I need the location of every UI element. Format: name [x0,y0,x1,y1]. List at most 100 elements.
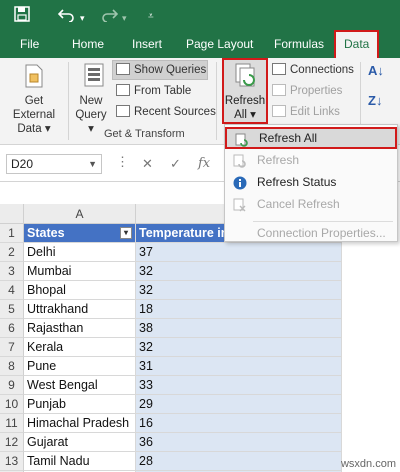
cell-temperature[interactable]: 28 [136,452,342,471]
chevron-down-icon[interactable]: ▼ [88,155,97,173]
tab-page-layout[interactable]: Page Layout [186,30,253,58]
row-number[interactable]: 7 [0,338,24,357]
cell-state[interactable]: Bhopal [24,281,136,300]
cell-temperature[interactable]: 31 [136,357,342,376]
refresh-all-label-2: All ▾ [234,109,256,121]
get-external-data-label-2: Data ▾ [17,123,51,135]
cell-state[interactable]: Delhi [24,243,136,262]
select-all-corner[interactable] [0,204,24,224]
refresh-all-icon [234,62,258,93]
get-external-data-label: Get External [12,95,56,121]
new-query-label: New [79,95,103,107]
refresh-all-menu-icon [235,133,249,147]
properties-button[interactable]: Properties [272,84,342,98]
table-row: 9 West Bengal 33 [0,376,400,395]
cell-temperature[interactable]: 38 [136,319,342,338]
undo-dropdown-icon[interactable]: ▾ [80,9,85,27]
enter-icon[interactable]: ✓ [170,156,181,172]
cancel-icon[interactable]: ✕ [142,156,153,172]
cell-state[interactable]: Gujarat [24,433,136,452]
menu-item-refresh-status[interactable]: Refresh Status [225,171,397,193]
recent-sources-icon [116,105,130,117]
cell-temperature[interactable]: 18 [136,300,342,319]
edit-links-button[interactable]: Edit Links [272,105,340,119]
menu-item-refresh[interactable]: Refresh [225,149,397,171]
recent-sources-button[interactable]: Recent Sources [116,105,216,119]
table-row: 3 Mumbai 32 [0,262,400,281]
table-row: 2 Delhi 37 [0,243,400,262]
cell-temperature[interactable]: 32 [136,262,342,281]
menu-item-connection-properties[interactable]: Connection Properties... [225,222,397,244]
cell-temperature[interactable]: 32 [136,281,342,300]
redo-dropdown-icon[interactable]: ▾ [122,9,127,27]
save-icon[interactable] [14,6,30,26]
table-row: 8 Pune 31 [0,357,400,376]
undo-icon[interactable] [57,6,76,26]
show-queries-label: Show Queries [134,64,207,76]
cell-temperature[interactable]: 29 [136,395,342,414]
cell-temperature[interactable]: 33 [136,376,342,395]
sort-ascending-icon[interactable]: A↓ [368,64,384,78]
from-table-label: From Table [134,85,192,97]
name-box[interactable]: D20 ▼ [6,154,102,174]
tab-data[interactable]: Data [334,30,380,58]
cell-state[interactable]: Rajasthan [24,319,136,338]
row-number[interactable]: 10 [0,395,24,414]
cell-temperature[interactable]: 16 [136,414,342,433]
header-cell-states[interactable]: States ▾ [24,224,136,243]
separator [216,62,217,140]
menu-item-cancel-refresh[interactable]: Cancel Refresh [225,193,397,215]
get-external-data-button[interactable]: Get External Data ▾ [4,94,64,136]
properties-label: Properties [290,85,343,97]
insert-function-icon[interactable]: fx [198,156,210,171]
from-table-button[interactable]: From Table [116,84,191,98]
cell-state[interactable]: Himachal Pradesh [24,414,136,433]
tab-home[interactable]: Home [72,30,104,58]
table-row: 6 Rajasthan 38 [0,319,400,338]
row-number[interactable]: 1 [0,224,24,243]
get-external-data-icon [24,64,44,92]
menu-item-label: Refresh Status [257,175,337,189]
redo-icon[interactable] [100,6,119,26]
header-label: States [27,226,65,240]
tab-insert[interactable]: Insert [132,30,162,58]
cell-state[interactable]: West Bengal [24,376,136,395]
row-number[interactable]: 11 [0,414,24,433]
cell-temperature[interactable]: 32 [136,338,342,357]
row-number[interactable]: 12 [0,433,24,452]
filter-dropdown-icon[interactable]: ▾ [120,227,132,239]
separator [68,62,69,140]
cell-temperature[interactable]: 37 [136,243,342,262]
row-number[interactable]: 9 [0,376,24,395]
formula-bar-options-icon: ⋮ [116,154,129,169]
cell-state[interactable]: Pune [24,357,136,376]
ribbon-tabs: File Home Insert Page Layout Formulas Da… [0,30,400,58]
row-number[interactable]: 6 [0,319,24,338]
customize-toolbar-icon[interactable]: ⩡ [148,8,154,26]
refresh-all-label: Refresh [224,95,266,107]
tab-formulas[interactable]: Formulas [274,30,324,58]
show-queries-button[interactable]: Show Queries [116,63,206,77]
table-row: 5 Uttrakhand 18 [0,300,400,319]
cell-temperature[interactable]: 36 [136,433,342,452]
row-number[interactable]: 3 [0,262,24,281]
row-number[interactable]: 8 [0,357,24,376]
sort-icon[interactable]: Z↓ [368,94,382,108]
cell-state[interactable]: Uttrakhand [24,300,136,319]
connections-button[interactable]: Connections [272,63,354,77]
column-header-a[interactable]: A [24,204,136,224]
cell-state[interactable]: Mumbai [24,262,136,281]
menu-item-refresh-all[interactable]: Refresh All [225,127,397,149]
row-number[interactable]: 2 [0,243,24,262]
table-row: 10 Punjab 29 [0,395,400,414]
cell-state[interactable]: Tamil Nadu [24,452,136,471]
name-box-value: D20 [11,157,34,171]
row-number[interactable]: 13 [0,452,24,471]
info-icon [233,175,247,190]
refresh-all-button[interactable]: Refresh All ▾ [222,58,268,124]
cell-state[interactable]: Punjab [24,395,136,414]
row-number[interactable]: 4 [0,281,24,300]
row-number[interactable]: 5 [0,300,24,319]
cell-state[interactable]: Kerala [24,338,136,357]
tab-file[interactable]: File [20,30,39,58]
